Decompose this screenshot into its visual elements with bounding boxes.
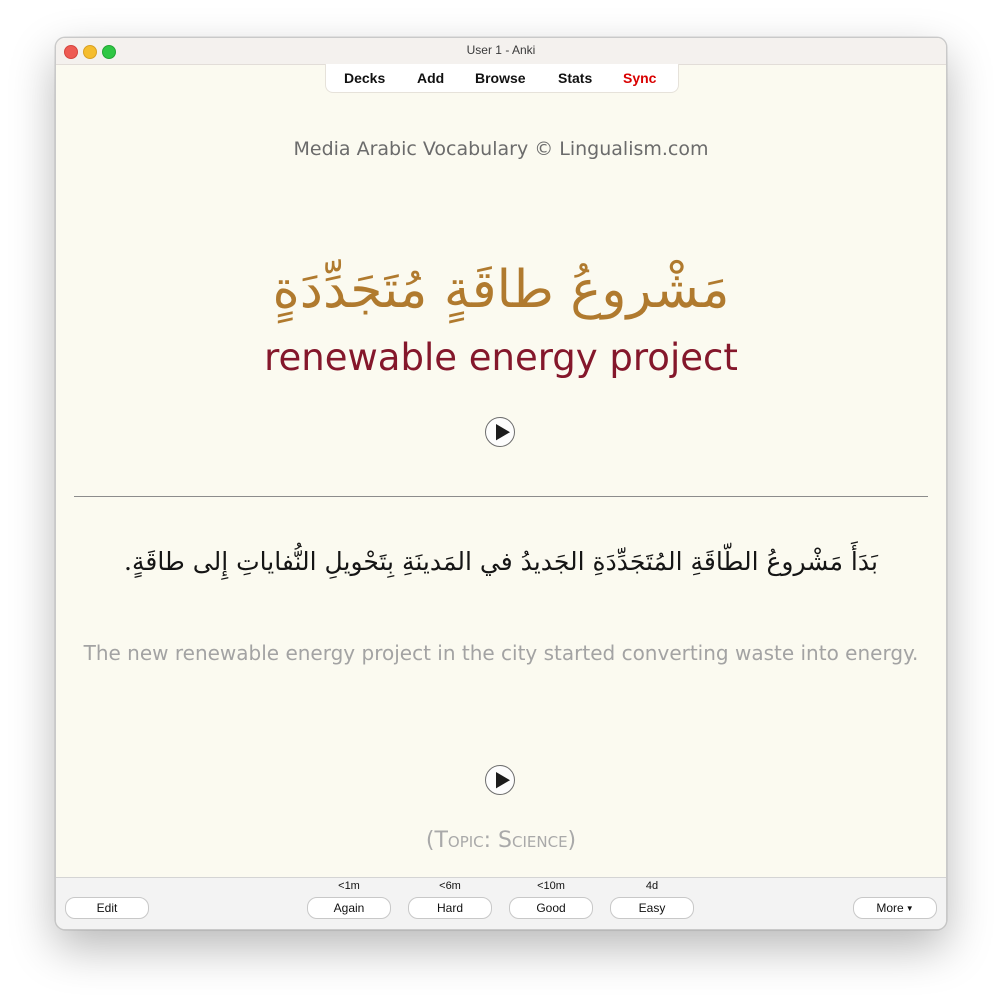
play-icon bbox=[496, 772, 510, 789]
caret-down-icon: ▼ bbox=[905, 904, 914, 913]
play-word-audio-button[interactable] bbox=[485, 417, 515, 447]
toolbar-stats[interactable]: Stats bbox=[558, 70, 592, 86]
toolbar-sync[interactable]: Sync bbox=[623, 70, 656, 86]
hard-button[interactable]: Hard bbox=[408, 897, 492, 919]
play-sentence-audio-button[interactable] bbox=[485, 765, 515, 795]
toolbar-browse[interactable]: Browse bbox=[475, 70, 526, 86]
card-content: Media Arabic Vocabulary © Lingualism.com… bbox=[56, 92, 946, 877]
answer-divider bbox=[74, 496, 928, 497]
arabic-word: مَشْروعُ طاقَةٍ مُتَجَدِّدَةٍ bbox=[272, 260, 730, 320]
toolbar-decks[interactable]: Decks bbox=[344, 70, 385, 86]
title-bar: User 1 - Anki bbox=[56, 38, 946, 65]
window-title: User 1 - Anki bbox=[466, 43, 536, 57]
main-toolbar: Decks Add Browse Stats Sync bbox=[325, 64, 679, 93]
toolbar-add[interactable]: Add bbox=[417, 70, 444, 86]
easy-button[interactable]: Easy bbox=[610, 897, 694, 919]
deck-title: Media Arabic Vocabulary © Lingualism.com bbox=[293, 138, 709, 160]
anki-window: User 1 - Anki Decks Add Browse Stats Syn… bbox=[55, 37, 947, 930]
easy-interval: 4d bbox=[645, 880, 659, 892]
topic-label: (Topic: Science) bbox=[425, 828, 577, 853]
hard-interval: <6m bbox=[439, 880, 461, 892]
again-interval: <1m bbox=[338, 880, 360, 892]
again-button[interactable]: Again bbox=[307, 897, 391, 919]
good-button[interactable]: Good bbox=[509, 897, 593, 919]
more-button[interactable]: More ▼ bbox=[853, 897, 937, 919]
arabic-sentence: بَدَأَ مَشْروعُ الطّاقَةِ المُتَجَدِّدَة… bbox=[124, 547, 878, 576]
play-icon bbox=[496, 424, 510, 441]
review-bottom-bar: Edit <1m Again <6m Hard <10m Good 4d Eas… bbox=[56, 877, 946, 929]
good-interval: <10m bbox=[537, 880, 565, 892]
edit-button[interactable]: Edit bbox=[65, 897, 149, 919]
english-sentence: The new renewable energy project in the … bbox=[83, 641, 919, 665]
more-button-label: More bbox=[876, 901, 904, 915]
english-word: renewable energy project bbox=[264, 336, 738, 379]
